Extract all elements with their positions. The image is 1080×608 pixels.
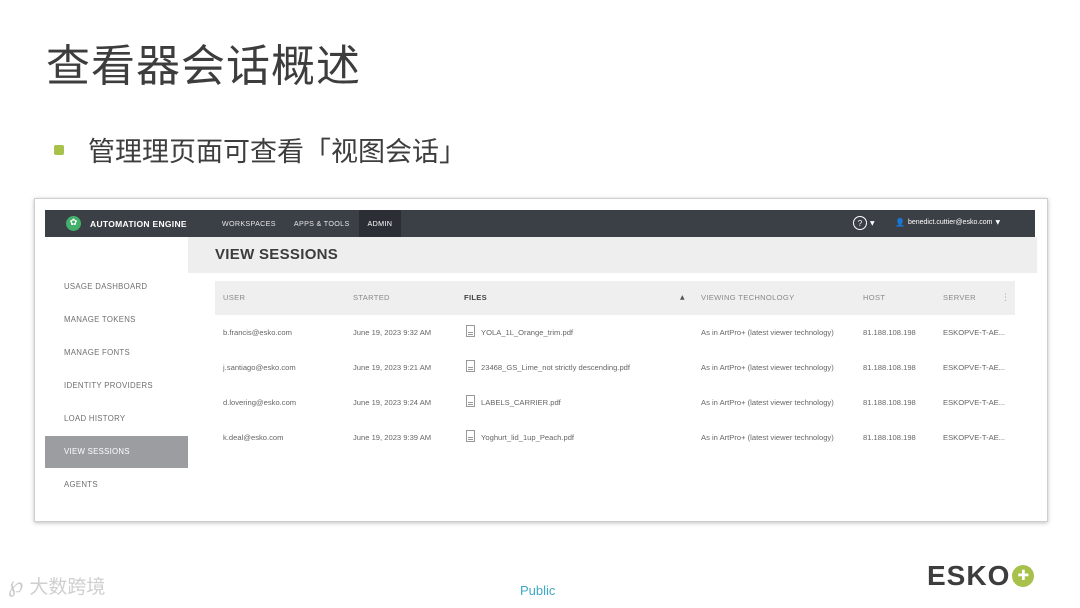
sidebar-item-usage-dashboard[interactable]: USAGE DASHBOARD (45, 271, 188, 303)
cell-started: June 19, 2023 9:21 AM (353, 363, 432, 372)
cell-host: 81.188.108.198 (863, 328, 916, 337)
cell-host: 81.188.108.198 (863, 398, 916, 407)
bullet-row: 管理理页面可查看「视图会话」 (54, 130, 466, 169)
esko-wordmark: ESKO (927, 560, 1011, 591)
cell-viewing-technology: As in ArtPro+ (latest viewer technology) (701, 433, 834, 442)
tab-admin[interactable]: ADMIN (358, 210, 402, 237)
column-header-viewing-technology[interactable]: VIEWING TECHNOLOGY (701, 281, 794, 315)
watermark: ℘ 大数跨境 (8, 572, 105, 599)
help-icon[interactable]: ? (853, 216, 867, 230)
footer-classification: Public (520, 583, 556, 598)
cell-server: ESKOPVE-T-AE... (943, 398, 1006, 407)
cell-host: 81.188.108.198 (863, 433, 916, 442)
slide-title: 查看器会话概述 (46, 41, 361, 92)
column-options-icon[interactable]: ⋮ (1001, 281, 1010, 315)
cell-user: j.santiago@esko.com (223, 363, 296, 372)
sidebar-item-manage-fonts[interactable]: MANAGE FONTS (45, 337, 188, 369)
esko-mark-icon: ✚ (1012, 565, 1035, 587)
cell-viewing-technology: As in ArtPro+ (latest viewer technology) (701, 328, 834, 337)
cell-file[interactable]: LABELS_CARRIER.pdf (481, 385, 561, 420)
column-header-server[interactable]: SERVER (943, 281, 976, 315)
sidebar-item-load-history[interactable]: LOAD HISTORY (45, 403, 188, 435)
sidebar-item-view-sessions[interactable]: VIEW SESSIONS (45, 436, 188, 468)
gear-icon[interactable]: ✿ (66, 216, 81, 231)
bullet-marker (54, 144, 64, 155)
table-row[interactable]: k.deal@esko.com June 19, 2023 9:39 AM Yo… (215, 420, 1015, 455)
chevron-down-icon: ▼ (870, 219, 875, 227)
cell-user: k.deal@esko.com (223, 433, 284, 442)
column-header-user[interactable]: USER (223, 281, 245, 315)
page-title: VIEW SESSIONS (215, 246, 339, 263)
cell-server: ESKOPVE-T-AE... (943, 363, 1006, 372)
column-header-files[interactable]: FILES (464, 281, 487, 315)
cell-started: June 19, 2023 9:32 AM (353, 328, 432, 337)
esko-logo: ESKO ✚ (927, 560, 1035, 592)
cell-started: June 19, 2023 9:24 AM (353, 398, 432, 407)
table-row[interactable]: d.lovering@esko.com June 19, 2023 9:24 A… (215, 385, 1015, 420)
pdf-file-icon (466, 395, 475, 407)
cell-file[interactable]: YOLA_1L_Orange_trim.pdf (481, 315, 573, 350)
cell-server: ESKOPVE-T-AE... (943, 328, 1006, 337)
watermark-text: 大数跨境 (29, 576, 106, 598)
chevron-down-icon: ▼ (995, 219, 1001, 226)
pdf-file-icon (466, 360, 475, 372)
content-header: VIEW SESSIONS (188, 237, 1037, 273)
cell-viewing-technology: As in ArtPro+ (latest viewer technology) (701, 363, 834, 372)
sidebar: USAGE DASHBOARD MANAGE TOKENS MANAGE FON… (45, 237, 188, 521)
app-brand[interactable]: AUTOMATION ENGINE (90, 219, 187, 229)
column-header-host[interactable]: HOST (863, 281, 885, 315)
cell-viewing-technology: As in ArtPro+ (latest viewer technology) (701, 398, 834, 407)
help-menu[interactable]: ? ▼ (853, 216, 875, 230)
top-nav-bar: ✿ AUTOMATION ENGINE WORKSPACES APPS & TO… (45, 210, 1035, 237)
pdf-file-icon (466, 430, 475, 442)
tab-apps-tools[interactable]: APPS & TOOLS (285, 210, 359, 237)
bullet-text: 管理理页面可查看「视图会话」 (88, 137, 466, 168)
user-email[interactable]: benedict.cuttier@esko.com (908, 219, 993, 226)
cell-user: b.francis@esko.com (223, 328, 292, 337)
column-header-started[interactable]: STARTED (353, 281, 390, 315)
sidebar-item-manage-tokens[interactable]: MANAGE TOKENS (45, 304, 188, 336)
cell-file[interactable]: 23468_GS_Lime_not strictly descending.pd… (481, 350, 630, 385)
table-row[interactable]: b.francis@esko.com June 19, 2023 9:32 AM… (215, 315, 1015, 350)
cell-started: June 19, 2023 9:39 AM (353, 433, 432, 442)
cell-host: 81.188.108.198 (863, 363, 916, 372)
sessions-table: USER STARTED FILES ▲ VIEWING TECHNOLOGY … (215, 281, 1015, 455)
sidebar-item-agents[interactable]: AGENTS (45, 469, 188, 501)
tab-workspaces[interactable]: WORKSPACES (213, 210, 285, 237)
pdf-file-icon (466, 325, 475, 337)
nav-tabs: WORKSPACES APPS & TOOLS ADMIN (213, 210, 402, 237)
app-screenshot: ✿ AUTOMATION ENGINE WORKSPACES APPS & TO… (34, 198, 1048, 522)
table-row[interactable]: j.santiago@esko.com June 19, 2023 9:21 A… (215, 350, 1015, 385)
sort-up-icon[interactable]: ▲ (680, 281, 685, 315)
cell-file[interactable]: Yoghurt_lid_1up_Peach.pdf (481, 420, 574, 455)
user-icon: 👤 (895, 218, 905, 227)
user-menu[interactable]: 👤 benedict.cuttier@esko.com ▼ (895, 218, 1000, 227)
watermark-logo-icon: ℘ (8, 573, 24, 598)
sidebar-item-identity-providers[interactable]: IDENTITY PROVIDERS (45, 370, 188, 402)
cell-user: d.lovering@esko.com (223, 398, 297, 407)
table-header: USER STARTED FILES ▲ VIEWING TECHNOLOGY … (215, 281, 1015, 315)
cell-server: ESKOPVE-T-AE... (943, 433, 1006, 442)
